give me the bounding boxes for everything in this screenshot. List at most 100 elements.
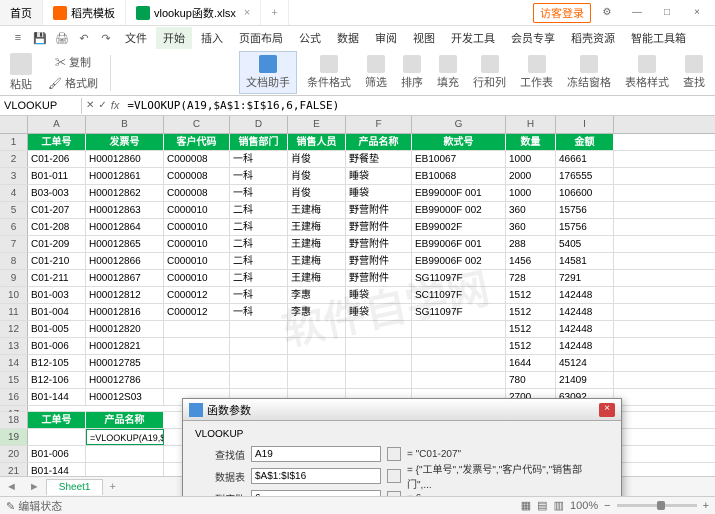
col-f[interactable]: F xyxy=(346,116,412,133)
cell[interactable]: H00012S03 xyxy=(86,389,164,405)
cell[interactable]: EB99006F 001 xyxy=(412,236,506,252)
menu-vip[interactable]: 会员专享 xyxy=(504,27,562,49)
cell[interactable]: EB99000F 001 xyxy=(412,185,506,201)
cell[interactable]: H00012785 xyxy=(86,355,164,371)
freeze-button[interactable]: 冻结窗格 xyxy=(563,53,615,92)
cell[interactable] xyxy=(412,321,506,337)
cell[interactable]: 360 xyxy=(506,219,556,235)
cell[interactable]: 1512 xyxy=(506,304,556,320)
cell[interactable]: 1000 xyxy=(506,185,556,201)
cell[interactable]: C01-211 xyxy=(28,270,86,286)
cell[interactable]: 728 xyxy=(506,270,556,286)
cell[interactable]: 1456 xyxy=(506,253,556,269)
col-a[interactable]: A xyxy=(28,116,86,133)
cell[interactable]: EB99000F 002 xyxy=(412,202,506,218)
cell[interactable]: 二科 xyxy=(230,202,288,218)
cell[interactable]: C01-210 xyxy=(28,253,86,269)
cell[interactable] xyxy=(288,338,346,354)
cell[interactable]: H00012816 xyxy=(86,304,164,320)
ref-icon[interactable] xyxy=(387,447,401,461)
cell[interactable]: 二科 xyxy=(230,270,288,286)
cell[interactable]: 王建梅 xyxy=(288,202,346,218)
rowcol-button[interactable]: 行和列 xyxy=(469,53,510,92)
cell[interactable]: C000010 xyxy=(164,236,230,252)
cell[interactable]: B12-106 xyxy=(28,372,86,388)
menu-review[interactable]: 审阅 xyxy=(368,27,404,49)
copy-button[interactable]: ✂ 复制 xyxy=(51,52,95,72)
cell[interactable]: 21409 xyxy=(556,372,614,388)
minimize-icon[interactable]: — xyxy=(623,3,651,23)
cell[interactable]: 7291 xyxy=(556,270,614,286)
cell[interactable]: C01-208 xyxy=(28,219,86,235)
cell[interactable] xyxy=(230,355,288,371)
cell[interactable]: 二科 xyxy=(230,219,288,235)
menu-icon[interactable]: ≡ xyxy=(8,28,28,48)
header-cell[interactable]: 款式号 xyxy=(412,134,506,150)
menu-data[interactable]: 数据 xyxy=(330,27,366,49)
close-window-icon[interactable]: × xyxy=(683,3,711,23)
cell[interactable]: 1512 xyxy=(506,287,556,303)
cell[interactable]: 野营附件 xyxy=(346,270,412,286)
cell[interactable]: 一科 xyxy=(230,168,288,184)
cell[interactable]: 一科 xyxy=(230,304,288,320)
cell[interactable]: 睡袋 xyxy=(346,185,412,201)
menu-dev[interactable]: 开发工具 xyxy=(444,27,502,49)
col-input[interactable] xyxy=(251,490,381,496)
cell[interactable]: H00012821 xyxy=(86,338,164,354)
cell[interactable]: 1000 xyxy=(506,151,556,167)
view-page-icon[interactable]: ▤ xyxy=(537,499,547,512)
cell[interactable]: B12-105 xyxy=(28,355,86,371)
cell[interactable]: 176555 xyxy=(556,168,614,184)
assist-button[interactable]: 文档助手 xyxy=(239,51,297,94)
view-break-icon[interactable]: ▥ xyxy=(554,499,564,512)
header-cell[interactable]: 客户代码 xyxy=(164,134,230,150)
menu-file[interactable]: 文件 xyxy=(118,27,154,49)
cell[interactable]: C000012 xyxy=(164,287,230,303)
sheet-add[interactable]: + xyxy=(103,481,121,493)
tab-add[interactable]: + xyxy=(261,0,288,25)
cell[interactable]: H00012820 xyxy=(86,321,164,337)
cell[interactable]: H00012860 xyxy=(86,151,164,167)
redo-icon[interactable]: ↷ xyxy=(96,28,116,48)
sheet-tab[interactable]: Sheet1 xyxy=(46,479,104,495)
cell[interactable]: 1512 xyxy=(506,338,556,354)
cell[interactable]: C01-209 xyxy=(28,236,86,252)
cell[interactable]: C000010 xyxy=(164,219,230,235)
cell[interactable] xyxy=(230,338,288,354)
cell[interactable]: H00012866 xyxy=(86,253,164,269)
cell[interactable]: B01-005 xyxy=(28,321,86,337)
menu-smart[interactable]: 智能工具箱 xyxy=(624,27,693,49)
undo-icon[interactable]: ↶ xyxy=(74,28,94,48)
cell[interactable]: B01-003 xyxy=(28,287,86,303)
col-i[interactable]: I xyxy=(556,116,614,133)
dialog-close-icon[interactable]: × xyxy=(599,403,615,417)
cell[interactable]: 李惠 xyxy=(288,287,346,303)
cell[interactable]: 780 xyxy=(506,372,556,388)
cell[interactable]: C000010 xyxy=(164,270,230,286)
cell[interactable]: C01-206 xyxy=(28,151,86,167)
tab-file[interactable]: vlookup函数.xlsx× xyxy=(126,0,261,25)
print-icon[interactable]: 🖨 xyxy=(52,28,72,48)
cell[interactable]: SC11097F xyxy=(412,287,506,303)
cell[interactable]: H00012786 xyxy=(86,372,164,388)
cell[interactable]: C000008 xyxy=(164,185,230,201)
cell[interactable]: 142448 xyxy=(556,304,614,320)
cell[interactable]: 288 xyxy=(506,236,556,252)
cell[interactable]: 142448 xyxy=(556,321,614,337)
cell[interactable]: H00012864 xyxy=(86,219,164,235)
cell[interactable]: 2000 xyxy=(506,168,556,184)
cell[interactable]: 一科 xyxy=(230,151,288,167)
cell[interactable]: H00012812 xyxy=(86,287,164,303)
cell[interactable]: 睡袋 xyxy=(346,168,412,184)
zoom-out-icon[interactable]: − xyxy=(604,500,610,512)
cell[interactable]: EB10068 xyxy=(412,168,506,184)
save-icon[interactable]: 💾 xyxy=(30,28,50,48)
header-cell[interactable]: 产品名称 xyxy=(346,134,412,150)
cell[interactable]: B01-144 xyxy=(28,389,86,405)
cell[interactable]: 野营附件 xyxy=(346,219,412,235)
cell[interactable]: 5405 xyxy=(556,236,614,252)
name-box[interactable]: VLOOKUP xyxy=(0,98,82,114)
cell[interactable]: 睡袋 xyxy=(346,287,412,303)
cell[interactable]: 1644 xyxy=(506,355,556,371)
close-icon[interactable]: × xyxy=(244,7,250,19)
